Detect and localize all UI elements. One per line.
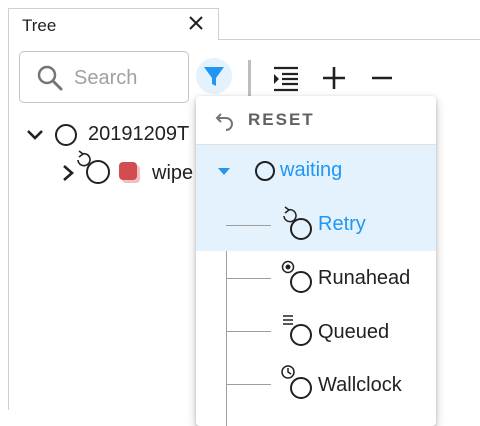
indent-icon <box>274 66 298 92</box>
expand-collapse-button[interactable] <box>272 64 300 92</box>
remove-button[interactable] <box>368 64 396 92</box>
menu-item-label: Runahead <box>318 267 411 289</box>
reset-button[interactable]: RESET <box>196 96 436 144</box>
plus-icon <box>323 67 345 89</box>
menu-item-queued[interactable]: Queued <box>196 305 436 359</box>
runahead-icon <box>280 258 316 296</box>
filter-button[interactable] <box>196 58 232 94</box>
menu-item-label: Retry <box>318 213 366 235</box>
minus-icon <box>372 76 392 80</box>
caret-down-icon[interactable] <box>216 164 232 178</box>
retry-icon <box>280 205 316 243</box>
menu-item-retry[interactable]: Retry <box>196 199 436 251</box>
menu-group-waiting[interactable]: waiting <box>196 145 436 199</box>
menu-item-runahead[interactable]: Runahead <box>196 251 436 305</box>
search-input[interactable] <box>74 65 184 91</box>
menu-item-label: Queued <box>318 321 390 343</box>
toolbar-divider <box>248 60 251 98</box>
task-retry-state-icon <box>72 148 114 188</box>
add-button[interactable] <box>320 64 348 92</box>
collapse-chevron-icon[interactable] <box>24 124 46 146</box>
tab-bar-border <box>219 39 480 40</box>
waiting-state-icon <box>254 160 276 182</box>
clock-icon <box>280 363 316 403</box>
tree-row-task-label[interactable]: wipe <box>152 162 193 185</box>
filter-menu: RESET waiting Retry Runahead Queued Wall… <box>196 96 436 426</box>
undo-icon <box>212 108 236 132</box>
job-failed-icon <box>118 161 140 183</box>
search-icon <box>36 64 64 92</box>
tree-row-cycle-label[interactable]: 20191209T <box>88 123 189 146</box>
close-icon[interactable] <box>186 13 206 33</box>
filter-icon <box>204 67 224 86</box>
menu-item-wallclock[interactable]: Wallclock <box>196 359 436 419</box>
tab-title[interactable]: Tree <box>22 16 56 36</box>
queued-icon <box>280 311 316 349</box>
menu-group-label: waiting <box>280 159 343 181</box>
menu-item-label: Wallclock <box>318 374 402 396</box>
cycle-state-icon <box>54 123 78 147</box>
reset-label: RESET <box>248 110 315 129</box>
panel-border <box>8 39 9 410</box>
